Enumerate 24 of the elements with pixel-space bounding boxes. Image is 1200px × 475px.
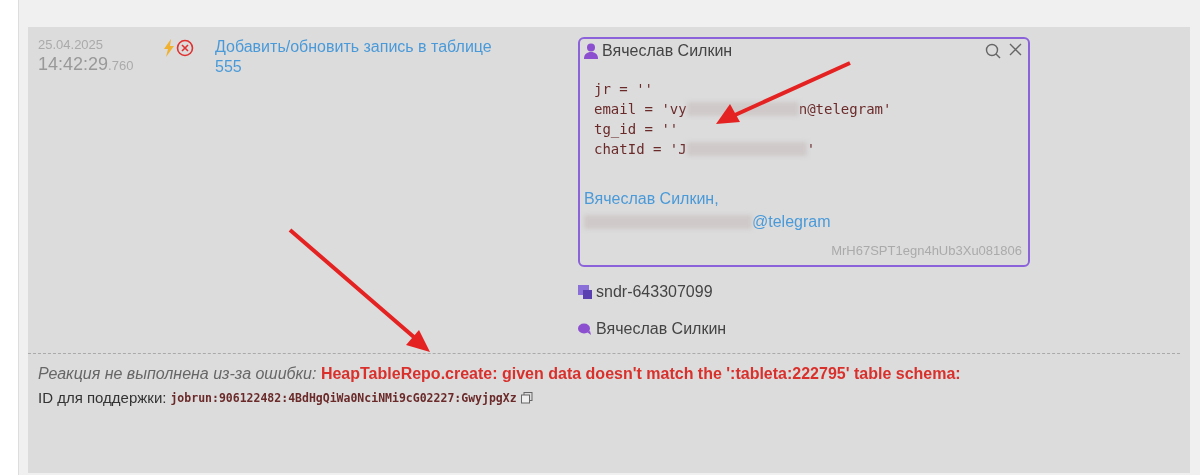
user-icon xyxy=(584,43,598,59)
field-text: chatId = 'J xyxy=(594,140,687,159)
copy-icon[interactable] xyxy=(520,392,533,404)
search-icon[interactable] xyxy=(985,43,1001,59)
field-text: n@telegram' xyxy=(798,100,892,119)
field-text: tg_id = '' xyxy=(594,120,679,139)
field-text: ' xyxy=(806,140,816,159)
error-icon xyxy=(176,39,194,57)
support-label: ID для поддержки: xyxy=(38,388,167,408)
support-id: jobrun:906122482:4BdHgQiWa0NciNMi9cG02227:GwyjpgXz xyxy=(170,390,517,407)
close-icon[interactable] xyxy=(1009,43,1022,56)
chat-icon xyxy=(578,322,592,336)
field-text: jr = '' xyxy=(594,80,653,99)
sender-id: sndr-643307099 xyxy=(596,282,713,302)
email-link[interactable]: @telegram xyxy=(752,210,831,233)
user-name: Вячеслав Силкин xyxy=(602,41,733,61)
lightning-icon xyxy=(163,39,175,57)
field-text: email = 'vy xyxy=(594,100,687,119)
value-link[interactable]: 555 xyxy=(215,57,515,77)
error-message: Реакция не выполнена из-за ошибки: HeapTableRepo.create: given data doesn't match the ':tableta:222795' table schema: xyxy=(38,364,962,384)
chat-name: Вячеслав Силкин xyxy=(596,319,727,339)
action-link[interactable]: Добавить/обновить запись в таблице xyxy=(215,37,515,57)
device-icon xyxy=(578,285,592,299)
user-link[interactable]: Вячеслав Силкин, xyxy=(584,187,719,210)
